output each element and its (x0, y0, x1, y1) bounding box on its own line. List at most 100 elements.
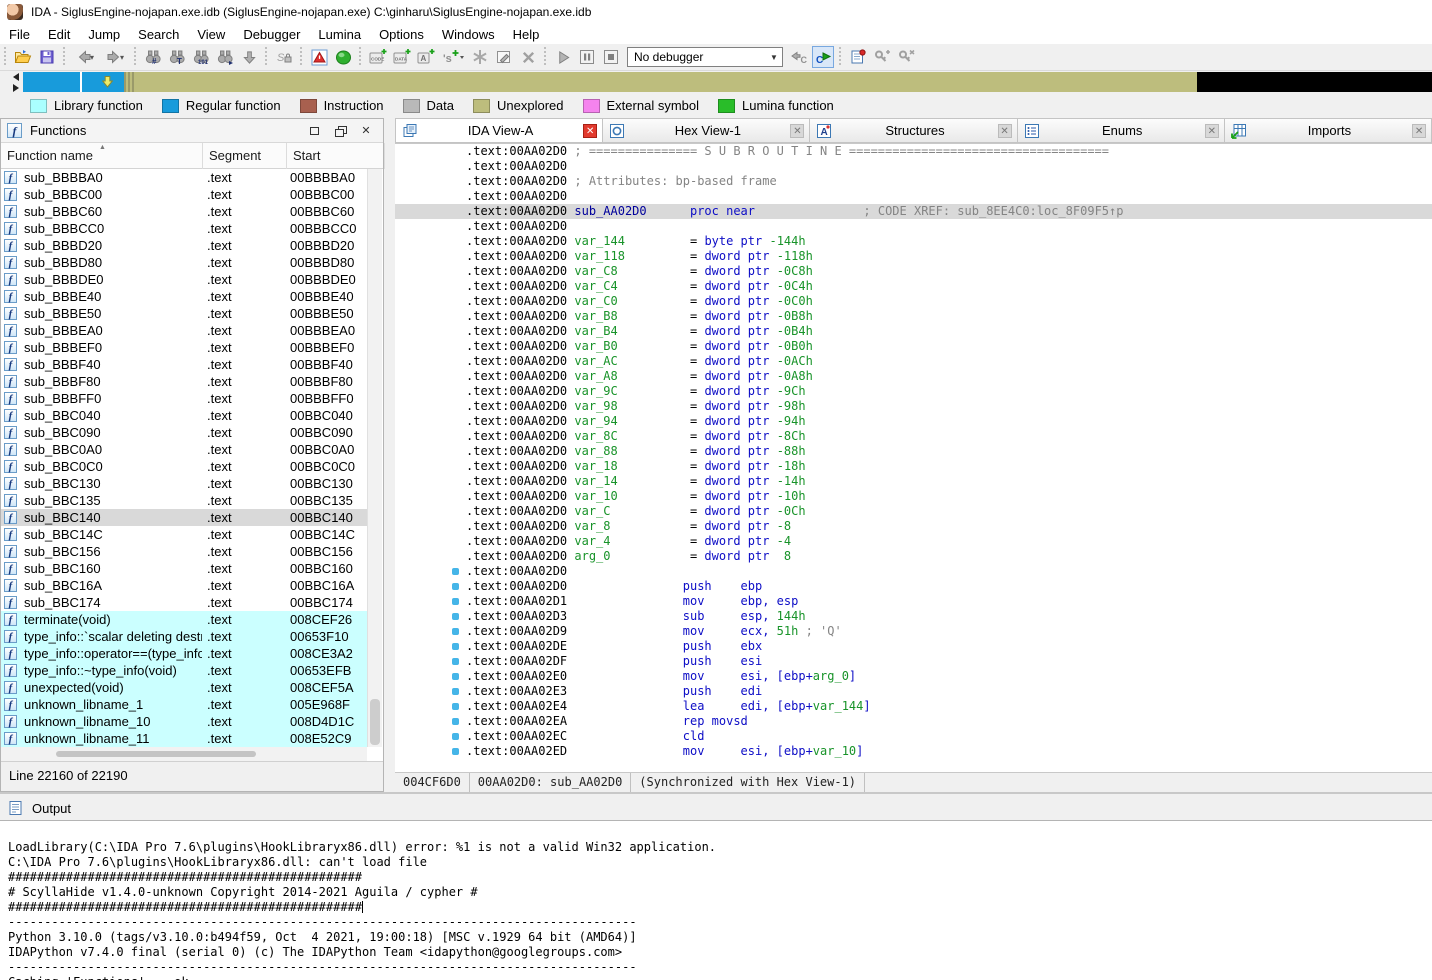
close-button[interactable]: ✕ (357, 123, 375, 139)
debugger-start-button[interactable] (552, 46, 574, 68)
function-row[interactable]: fsub_BBBD80.text00BBBD80 (1, 254, 367, 271)
disasm-line[interactable]: .text:00AA02D0 var_C4 = dword ptr -0C4h (395, 279, 1432, 294)
tab-close-icon[interactable]: ✕ (1412, 124, 1426, 138)
toolbar-grip[interactable] (62, 47, 67, 67)
disasm-line[interactable]: .text:00AA02D0 ; =============== S U B R… (395, 144, 1432, 159)
disasm-line[interactable]: .text:00AA02D0 var_9C = dword ptr -9Ch (395, 384, 1432, 399)
scrollbar-thumb[interactable] (370, 699, 380, 745)
disasm-line[interactable]: .text:00AA02D0 var_118 = dword ptr -118h (395, 249, 1432, 264)
toolbar-grip[interactable] (838, 47, 843, 67)
function-row[interactable]: fterminate(void).text008CEF26 (1, 611, 367, 628)
function-row[interactable]: fsub_BBBEF0.text00BBBEF0 (1, 339, 367, 356)
toolbar-grip[interactable] (133, 47, 138, 67)
menu-jump[interactable]: Jump (79, 25, 129, 44)
function-row[interactable]: fsub_BBC156.text00BBC156 (1, 543, 367, 560)
disasm-line[interactable]: .text:00AA02D0 var_8 = dword ptr -8 (395, 519, 1432, 534)
add-breakpoint-button[interactable] (871, 46, 893, 68)
delete-button[interactable] (517, 46, 539, 68)
disasm-line[interactable]: .text:00AA02D0 var_4 = dword ptr -4 (395, 534, 1432, 549)
column-header-start[interactable]: Start (287, 143, 385, 169)
disasm-line[interactable]: .text:00AA02D0 var_88 = dword ptr -88h (395, 444, 1432, 459)
tab-close-icon[interactable]: ✕ (583, 124, 597, 138)
disasm-line[interactable]: .text:00AA02D0 var_B4 = dword ptr -0B4h (395, 324, 1432, 339)
disasm-line[interactable]: .text:00AA02D0 var_B8 = dword ptr -0B8h (395, 309, 1432, 324)
attach-process-button[interactable]: C (788, 46, 810, 68)
remove-breakpoint-button[interactable] (895, 46, 917, 68)
disasm-line[interactable]: .text:00AA02D0 var_98 = dword ptr -98h (395, 399, 1432, 414)
disasm-line[interactable]: .text:00AA02D1 mov ebp, esp (395, 594, 1432, 609)
disasm-line[interactable]: .text:00AA02D0 var_8C = dword ptr -8Ch (395, 429, 1432, 444)
debugger-stop-button[interactable] (600, 46, 622, 68)
open-file-button[interactable] (12, 46, 34, 68)
disasm-line[interactable]: .text:00AA02DE push ebx (395, 639, 1432, 654)
tab-structures[interactable]: AStructures✕ (810, 118, 1017, 143)
navband-right-arrow[interactable] (13, 84, 19, 92)
disasm-line[interactable]: .text:00AA02EC cld (395, 729, 1432, 744)
menu-debugger[interactable]: Debugger (234, 25, 309, 44)
restore-button[interactable] (331, 123, 349, 139)
disasm-line[interactable]: .text:00AA02D0 (395, 189, 1432, 204)
disasm-line[interactable]: .text:00AA02D0 var_C0 = dword ptr -0C0h (395, 294, 1432, 309)
toolbar-grip[interactable] (358, 47, 363, 67)
tab-imports[interactable]: Imports✕ (1225, 118, 1432, 143)
menu-search[interactable]: Search (129, 25, 188, 44)
function-row[interactable]: fsub_BBBCC0.text00BBBCC0 (1, 220, 367, 237)
function-row[interactable]: fsub_BBBE40.text00BBBE40 (1, 288, 367, 305)
disasm-line[interactable]: .text:00AA02D0 var_144 = byte ptr -144h (395, 234, 1432, 249)
tab-ida-view-a[interactable]: IDA View-A✕ (395, 118, 603, 143)
disasm-line[interactable]: .text:00AA02D9 mov ecx, 51h ; 'Q' (395, 624, 1432, 639)
debugger-pause-button[interactable] (576, 46, 598, 68)
disasm-line[interactable]: .text:00AA02D0 (395, 159, 1432, 174)
make-code-button[interactable]: CODE (367, 46, 389, 68)
disasm-line[interactable]: .text:00AA02D0 var_A8 = dword ptr -0A8h (395, 369, 1432, 384)
disasm-line[interactable]: .text:00AA02ED mov esi, [ebp+var_10] (395, 744, 1432, 759)
search-text-button[interactable]: T (166, 46, 188, 68)
search-binary-button[interactable]: 101 (190, 46, 212, 68)
toolbar-grip[interactable] (264, 47, 269, 67)
function-row[interactable]: fsub_BBC16A.text00BBC16A (1, 577, 367, 594)
disasm-line[interactable]: .text:00AA02D0 (395, 564, 1432, 579)
disassembly-view[interactable]: .text:00AA02D0 ; =============== S U B R… (395, 144, 1432, 772)
disasm-line[interactable]: .text:00AA02D0 var_C8 = dword ptr -0C8h (395, 264, 1432, 279)
function-row[interactable]: fsub_BBBC60.text00BBBC60 (1, 203, 367, 220)
problems-button[interactable] (308, 46, 330, 68)
function-row[interactable]: fsub_BBC174.text00BBC174 (1, 594, 367, 611)
disasm-line[interactable]: .text:00AA02EA rep movsd (395, 714, 1432, 729)
function-row[interactable]: fsub_BBC135.text00BBC135 (1, 492, 367, 509)
output-console[interactable]: LoadLibrary(C:\IDA Pro 7.6\plugins\HookL… (0, 820, 1432, 980)
function-row[interactable]: fsub_BBBF80.text00BBBF80 (1, 373, 367, 390)
function-row[interactable]: fsub_BBC130.text00BBC130 (1, 475, 367, 492)
function-row[interactable]: fsub_BBBBA0.text00BBBBA0 (1, 169, 367, 186)
functions-vertical-scrollbar[interactable] (367, 169, 382, 747)
function-row[interactable]: ftype_info::`scalar deleting destru....t… (1, 628, 367, 645)
tab-close-icon[interactable]: ✕ (790, 124, 804, 138)
disasm-line[interactable]: .text:00AA02D0 arg_0 = dword ptr 8 (395, 549, 1432, 564)
disasm-line[interactable]: .text:00AA02D0 var_14 = dword ptr -14h (395, 474, 1432, 489)
menu-lumina[interactable]: Lumina (309, 25, 370, 44)
function-row[interactable]: fsub_BBBDE0.text00BBBDE0 (1, 271, 367, 288)
navband-left-arrow[interactable] (13, 73, 19, 81)
function-row[interactable]: fsub_BBC160.text00BBC160 (1, 560, 367, 577)
disasm-line[interactable]: .text:00AA02D3 sub esp, 144h (395, 609, 1432, 624)
function-row[interactable]: funknown_libname_1.text005E968F (1, 696, 367, 713)
function-row[interactable]: ftype_info::operator==(type_info....text… (1, 645, 367, 662)
disasm-line[interactable]: .text:00AA02D0 var_AC = dword ptr -0ACh (395, 354, 1432, 369)
function-row[interactable]: fsub_BBBD20.text00BBBD20 (1, 237, 367, 254)
run-indicator-button[interactable] (332, 46, 354, 68)
disasm-line[interactable]: .text:00AA02DF push esi (395, 654, 1432, 669)
menu-edit[interactable]: Edit (39, 25, 79, 44)
function-row[interactable]: ftype_info::~type_info(void).text00653EF… (1, 662, 367, 679)
disasm-line[interactable]: .text:00AA02D0 sub_AA02D0 proc near ; CO… (395, 204, 1432, 219)
edit-button[interactable] (493, 46, 515, 68)
toolbar-grip[interactable] (299, 47, 304, 67)
disasm-line[interactable]: .text:00AA02D0 var_18 = dword ptr -18h (395, 459, 1432, 474)
disasm-line[interactable]: .text:00AA02D0 ; Attributes: bp-based fr… (395, 174, 1432, 189)
function-row[interactable]: funknown_libname_11.text008E52C9 (1, 730, 367, 747)
menu-options[interactable]: Options (370, 25, 433, 44)
function-row[interactable]: fsub_BBC040.text00BBC040 (1, 407, 367, 424)
function-row[interactable]: fsub_BBC0C0.text00BBC0C0 (1, 458, 367, 475)
navigate-forward-button[interactable]: ▾ (101, 46, 129, 68)
function-row[interactable]: fsub_BBBF40.text00BBBF40 (1, 356, 367, 373)
save-button[interactable] (36, 46, 58, 68)
function-row[interactable]: fsub_BBBC00.text00BBBC00 (1, 186, 367, 203)
